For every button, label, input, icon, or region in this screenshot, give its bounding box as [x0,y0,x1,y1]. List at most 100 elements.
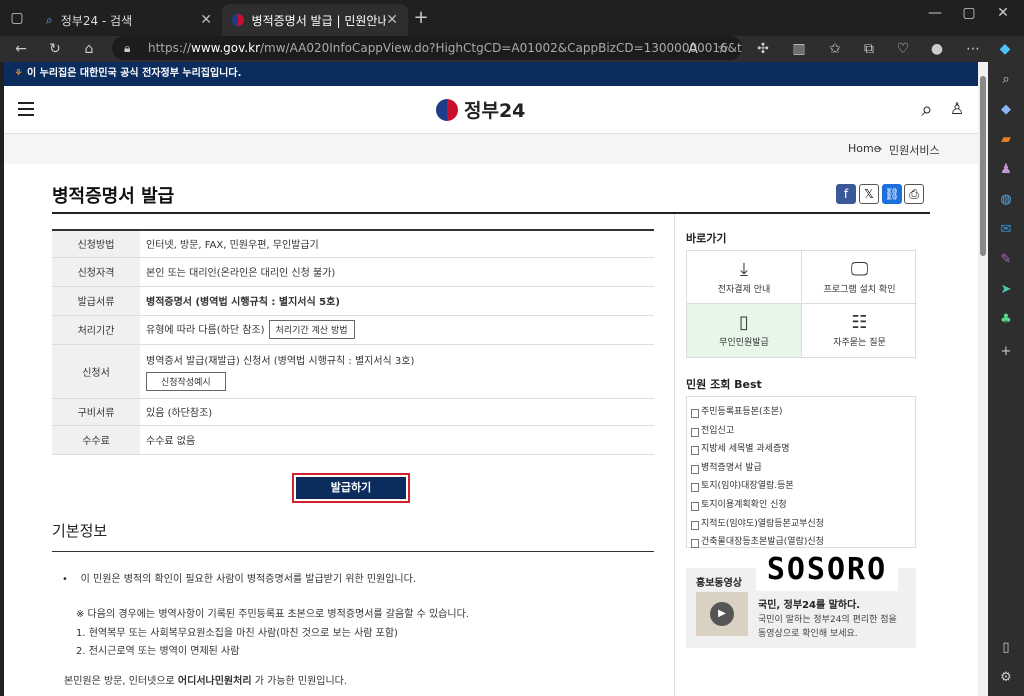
shortcut-label: 프로그램 설치 확인 [823,285,896,295]
list-item[interactable]: 토지이용계획확인 신청 [687,496,915,515]
shortcut-payment[interactable]: ⤓ 전자결제 안내 [687,251,802,304]
address-bar[interactable]: 🔒︎ https://www.gov.kr/mw/AA020InfoCappVi… [112,36,742,60]
home-icon[interactable]: ⌂ [78,38,100,60]
table-row: 수수료 수수료 없음 [52,425,654,455]
site-header: 정부24 ⌕ ♙ [4,86,978,134]
row-head: 구비서류 [52,398,140,426]
shortcut-label: 자주묻는 질문 [833,338,886,348]
promo-desc: 동영상으로 확인해 보세요. [758,629,858,639]
row-head: 신청서 [52,344,140,399]
gov-banner-text: 이 누리집은 대한민국 공식 전자정부 누리집입니다. [26,68,242,79]
settings-gear-icon[interactable]: ⚙ [996,668,1016,688]
refresh-icon[interactable]: ↻ [44,38,66,60]
tab-actions-icon[interactable]: ▢ [6,7,28,29]
close-icon[interactable]: ✕ [386,12,398,28]
page-scrollbar[interactable] [978,62,988,696]
office-icon[interactable]: ◍ [996,190,1016,210]
bullet-text: • 이 민원은 병적의 확인이 필요한 사람이 병적증명서를 발급받기 위한 민… [62,574,417,585]
list-item[interactable]: 주민등록표등본(초본) [687,403,915,422]
title-divider [52,212,930,214]
close-window-icon[interactable]: ✕ [992,2,1014,24]
row-head: 수수료 [52,425,140,455]
breadcrumb-current[interactable]: 민원서비스 [889,142,940,158]
favorite-star-icon[interactable]: ☆ [712,38,734,60]
gov-mark-icon: ⚘ [14,68,23,79]
tab-active[interactable]: 병적증명서 발급 | 민원안내 및 신 ✕ [222,4,408,36]
table-row: 신청방법 인터넷, 방문, FAX, 민원우편, 무인발급기 [52,230,654,258]
kiosk-icon: ▯ [739,312,749,333]
table-row: 구비서류 있음 (하단참조) [52,398,654,426]
page-title: 병적증명서 발급 [52,186,175,207]
scroll-thumb[interactable] [980,76,986,256]
text-part-bold: 어디서나민원처리 [177,676,252,687]
list-item: 1. 현역복무 또는 사회복무요원소집을 마친 사람(마친 것으로 보는 사람 … [76,628,398,639]
shortcut-kiosk[interactable]: ▯ 무인민원발급 [687,304,802,357]
copilot-icon[interactable]: ◆ [994,38,1016,60]
menu-icon[interactable] [18,102,34,116]
briefcase-icon[interactable]: ▰ [996,130,1016,150]
row-value: 수수료 없음 [140,425,654,455]
split-screen-icon[interactable]: ▥ [788,38,810,60]
print-icon[interactable]: ⎙ [904,184,924,204]
list-item[interactable]: 토지(임야)대장열람.등본 [687,477,915,496]
tag-icon[interactable]: ◆ [996,100,1016,120]
extensions-icon[interactable]: ✣ [752,38,774,60]
play-icon: ▶ [710,602,734,626]
row-value: 병적증명서 (병역법 시행규칙 : 별지서식 5호) [140,286,654,316]
gov-banner: ⚘ 이 누리집은 대한민국 공식 전자정부 누리집입니다. [4,62,978,86]
send-icon[interactable]: ➤ [996,280,1016,300]
minimize-icon[interactable]: — [924,2,946,24]
tab-search[interactable]: ⌕ 정부24 - 검색 ✕ [36,4,222,36]
tree-icon[interactable]: ♣ [996,310,1016,330]
faq-icon: ☷ [851,312,868,333]
video-thumbnail[interactable]: ▶ [696,592,748,636]
edit-icon[interactable]: ✎ [996,250,1016,270]
row-value: 있음 (하단참조) [140,398,654,426]
facebook-icon[interactable]: f [836,184,856,204]
list-item[interactable]: 병적증명서 발급 [687,459,915,478]
sidebar-toggle-icon[interactable]: ▯ [996,638,1016,658]
promo-title: 홍보동영상 [696,578,742,589]
basic-info-divider [52,551,654,552]
user-icon[interactable]: ♙ [946,98,968,120]
browser-tab-bar: ▢ ⌕ 정부24 - 검색 ✕ 병적증명서 발급 | 민원안내 및 신 ✕ + … [0,0,1024,36]
read-aloud-icon[interactable]: A [682,38,704,60]
search-icon[interactable]: ⌕ [916,98,938,120]
url-domain: www.gov.kr [191,41,260,55]
processing-time-button[interactable]: 처리기간 계산 방법 [268,320,355,339]
health-icon[interactable]: ♡ [892,38,914,60]
profile-avatar-icon[interactable]: ● [926,38,948,60]
issue-button[interactable]: 발급하기 [296,477,406,499]
edge-sidebar: ⌕ ◆ ▰ ♟ ◍ ✉ ✎ ➤ ♣ + ▯ ⚙ [988,62,1024,696]
tab-label: 정부24 - 검색 [60,13,133,28]
outlook-icon[interactable]: ✉ [996,220,1016,240]
list-item[interactable]: 지적도(임야도)열람등본교부신청 [687,515,915,534]
more-icon[interactable]: ⋯ [962,38,984,60]
collections-icon[interactable]: ⧉ [858,38,880,60]
search-icon[interactable]: ⌕ [996,70,1016,90]
site-logo[interactable]: 정부24 [436,96,525,123]
tab-label: 병적증명서 발급 | 민원안내 및 신 [251,13,387,28]
best-list: 주민등록표등본(초본) 전입신고 지방세 세목별 과세증명 병적증명서 발급 토… [686,396,916,548]
shortcut-program-check[interactable]: 🖵︎ 프로그램 설치 확인 [802,251,917,304]
list-item[interactable]: 전입신고 [687,422,915,441]
x-twitter-icon[interactable]: 𝕏 [859,184,879,204]
list-item[interactable]: 지방세 세목별 과세증명 [687,440,915,459]
breadcrumb-home[interactable]: Home [848,142,880,155]
table-row: 신청서 병역증서 발급(재발급) 신청서 (병역법 시행규칙 : 별지서식 3호)… [52,344,654,399]
add-icon[interactable]: + [996,342,1016,362]
row-cell: 유형에 따라 다름(하단 참조) 처리기간 계산 방법 [140,315,654,345]
text-part: 가 가능한 민원입니다. [251,676,348,687]
url-prefix: https:// [148,41,192,55]
favorites-icon[interactable]: ✩ [824,38,846,60]
back-icon[interactable]: ← [10,38,32,60]
shortcut-faq[interactable]: ☷ 자주묻는 질문 [802,304,917,357]
new-tab-icon[interactable]: + [410,7,432,29]
maximize-icon[interactable]: ▢ [958,2,980,24]
form-example-button[interactable]: 신청작성예시 [146,371,226,391]
shortcut-label: 무인민원발급 [719,338,769,348]
link-icon[interactable]: ⛓ [882,184,902,204]
people-icon[interactable]: ♟ [996,160,1016,180]
right-column-divider [674,214,675,696]
close-icon[interactable]: ✕ [200,12,212,28]
